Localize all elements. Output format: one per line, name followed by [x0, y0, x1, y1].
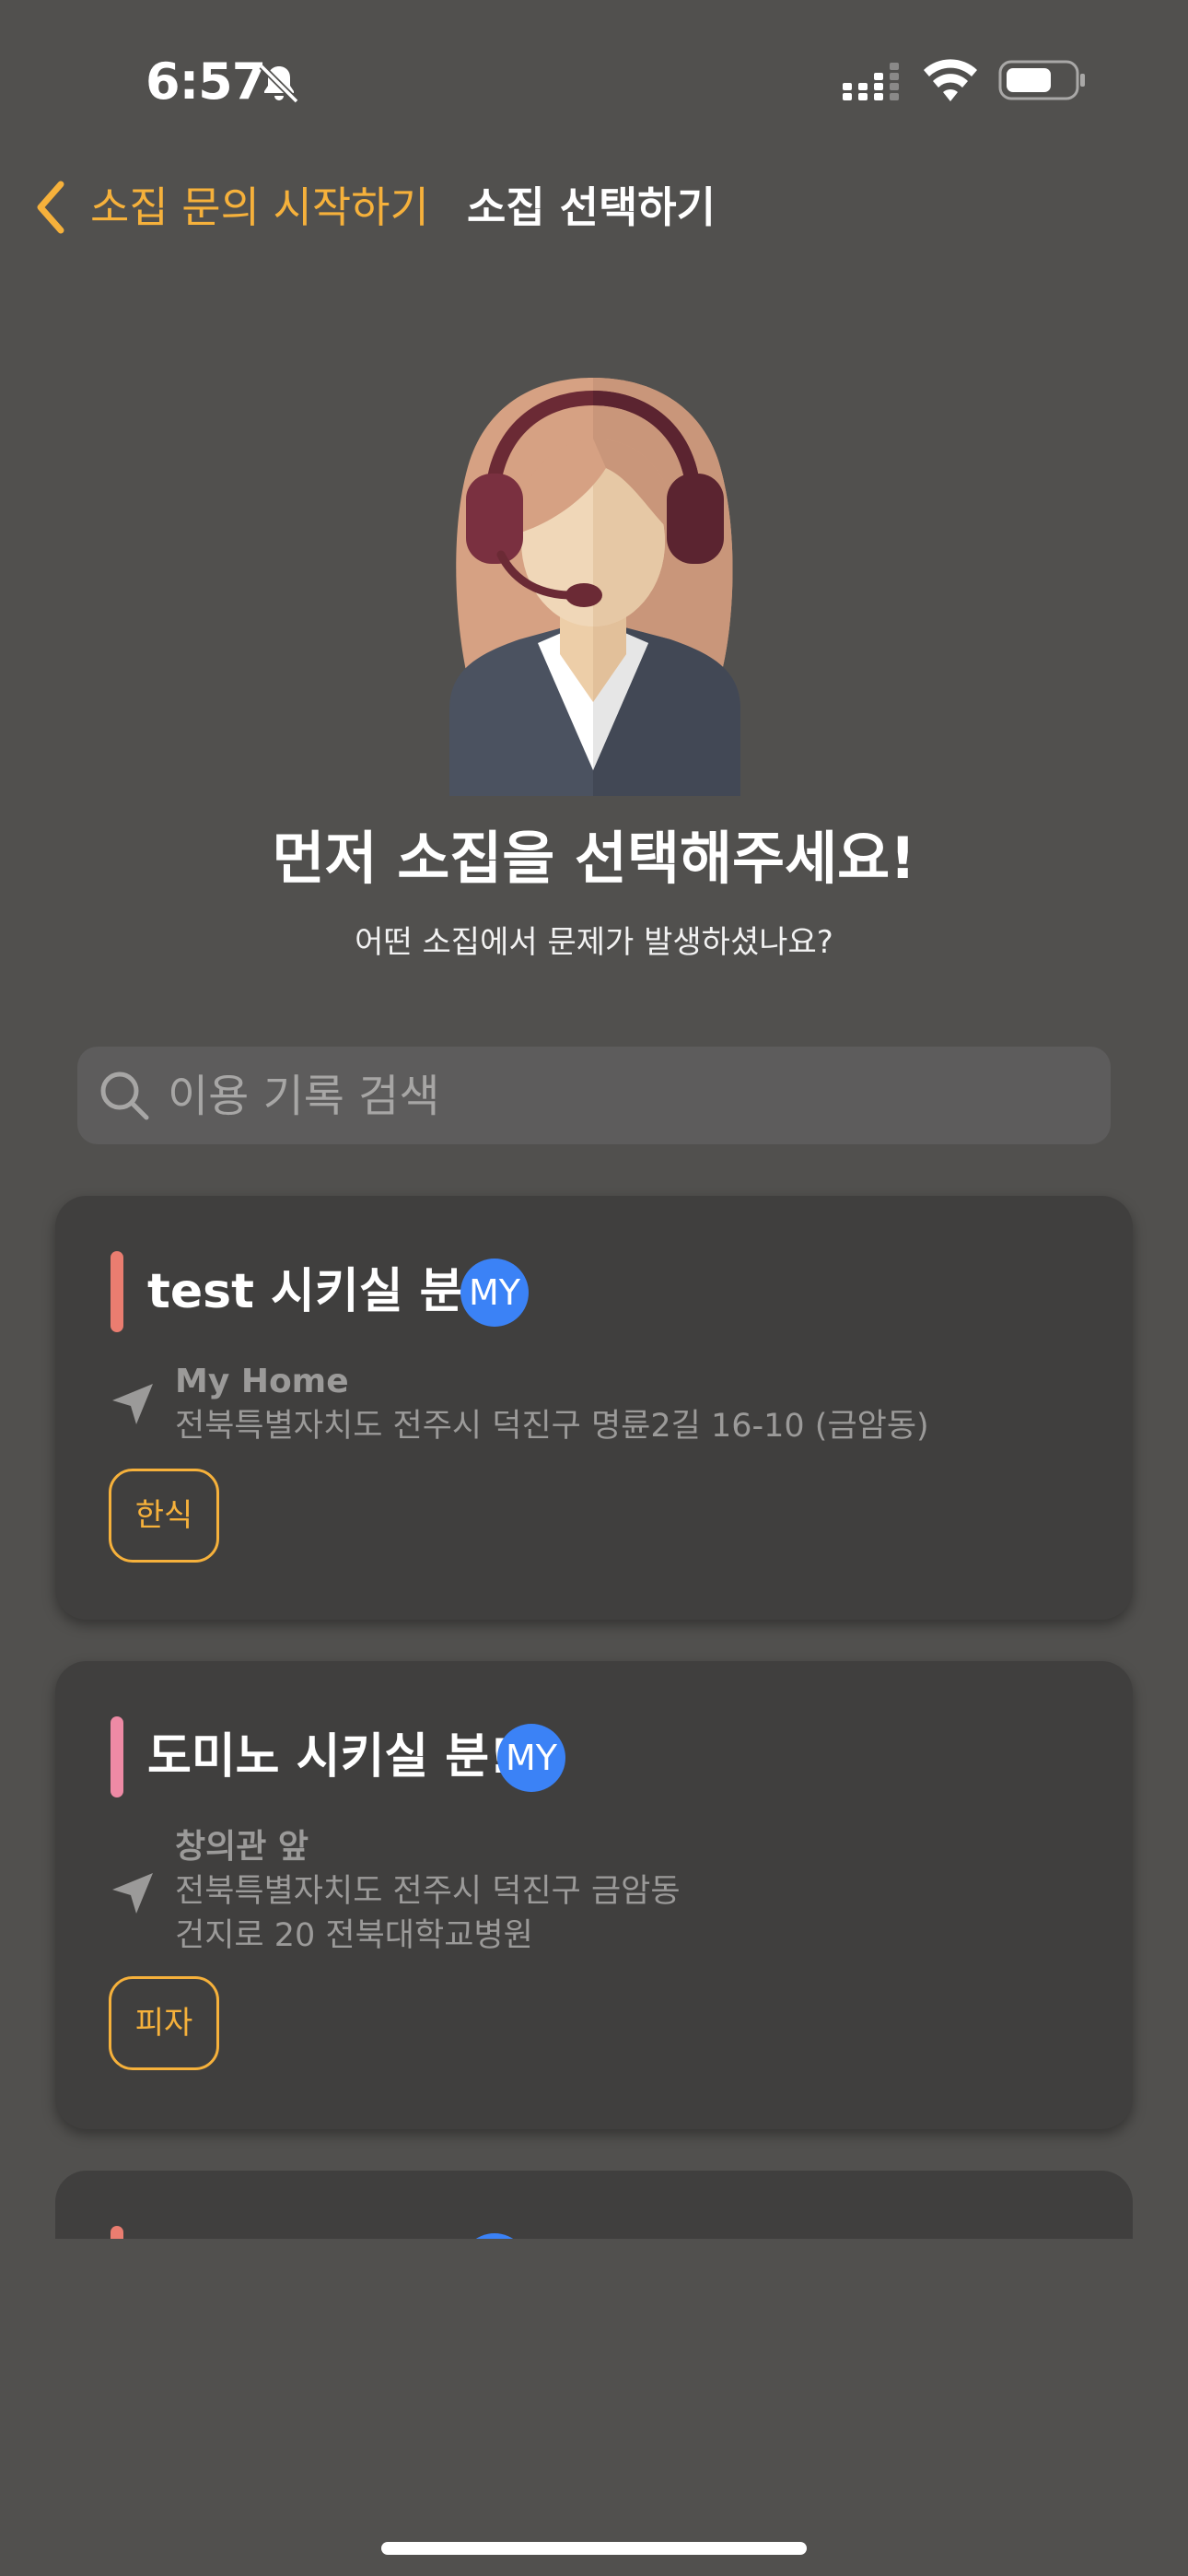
my-badge: MY [497, 1724, 565, 1792]
home-indicator [381, 2542, 807, 2555]
status-time: 6:57 [146, 53, 266, 111]
address-line: 건지로 20 전북대학교병원 [175, 1917, 533, 1954]
address-line: 전북특별자치도 전주시 덕진구 명륜2길 16-10 (금암동) [175, 1408, 929, 1445]
wifi-icon [924, 59, 977, 101]
category-tag: 한식 [109, 1469, 219, 1563]
search-icon [100, 1071, 149, 1120]
page-title: 소집 선택하기 [467, 182, 716, 232]
gathering-card[interactable]: test 시키실 분! MY My Home 전북특별자치도 전주시 덕진구 명… [55, 1196, 1133, 1620]
battery-icon [998, 60, 1085, 100]
gathering-card[interactable]: 도미노 시키실 분! MY 창의관 앞 전북특별자치도 전주시 덕진구 금암동 … [55, 1661, 1133, 2129]
category-tag: 피자 [109, 1976, 219, 2070]
card-accent-bar [111, 1716, 123, 1797]
gathering-card-partial[interactable] [55, 2171, 1133, 2239]
search-bar[interactable] [77, 1047, 1111, 1146]
card-title: test 시키실 분! [147, 1264, 486, 1319]
search-input[interactable] [166, 1047, 1090, 1146]
place-name: 창의관 앞 [175, 1828, 309, 1866]
location-arrow-icon [112, 1384, 153, 1424]
card-accent-bar [111, 2226, 123, 2239]
my-badge: MY [460, 1259, 529, 1327]
cellular-signal-icon [843, 63, 899, 100]
bell-muted-icon [259, 64, 299, 104]
my-badge [460, 2233, 529, 2239]
subheadline: 어떤 소집에서 문제가 발생하셨나요? [355, 924, 833, 961]
card-title: 도미노 시키실 분! [147, 1729, 511, 1785]
back-chevron-icon[interactable] [33, 179, 70, 236]
card-accent-bar [111, 1251, 123, 1332]
location-arrow-icon [112, 1873, 153, 1914]
address-line: 전북특별자치도 전주시 덕진구 금암동 [175, 1873, 681, 1910]
support-agent-illustration [449, 378, 740, 796]
place-name: My Home [175, 1363, 349, 1400]
back-button[interactable]: 소집 문의 시작하기 [90, 175, 429, 240]
headline: 먼저 소집을 선택해주세요! [272, 825, 916, 892]
